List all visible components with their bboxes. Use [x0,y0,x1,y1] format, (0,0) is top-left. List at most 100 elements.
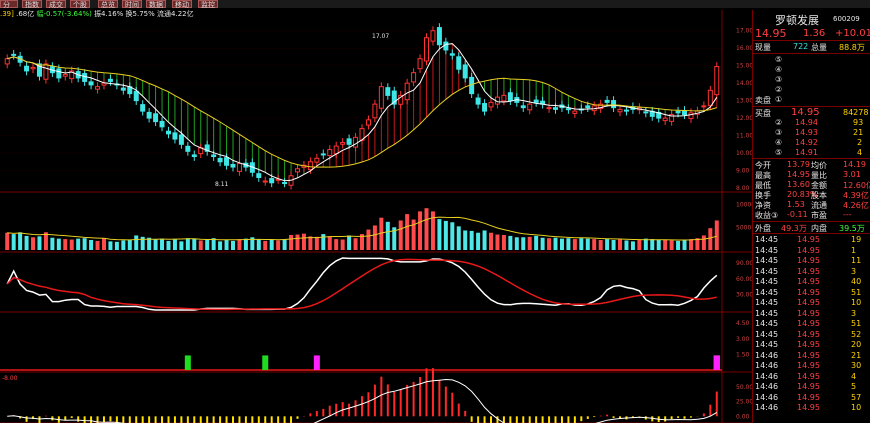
volume-tick-label: 5000 [736,224,751,231]
candle-body [482,103,488,112]
price-tick-label: 13.00 [736,98,752,105]
volume-bar [179,241,184,250]
kdj-tick-label: 60.00 [736,276,752,283]
volume-bar [205,239,210,250]
candle-body [4,58,10,65]
volume-bar [18,232,23,250]
signal-tick-label: 3.00 [736,336,750,343]
candle-body [217,157,223,163]
tick-price: 14.95 [797,382,820,391]
volume-bar [592,239,597,250]
zongliang-value: 88.8万 [839,43,865,52]
sell-level-5: ⑤ [775,55,783,64]
volume-bar [463,230,468,250]
tick-time: 14:45 [755,287,779,297]
volume-bar [340,239,345,250]
volume-bar [108,241,113,250]
volume-bar [69,239,74,250]
volume-bar [514,237,519,250]
candle-body [178,134,184,145]
volume-bar [598,240,603,250]
candle-body [320,153,326,156]
tick-time: 14:45 [755,298,779,307]
stat-value: 14.19 [843,160,866,169]
buy-2-price: 14.94 [795,118,818,127]
tick-time: 14:45 [755,340,779,349]
stat-value: 3.01 [843,170,861,179]
volume-bar [95,240,100,250]
tick-time: 14:45 [755,266,779,276]
volume-bar [153,239,158,250]
candle-body [378,86,384,109]
volume-bar [218,241,223,250]
candle-body [24,65,30,72]
kline-chart[interactable]: 17.00 16.00 15.00 14.00 13.00 12.00 11.00 10.00… [0,0,752,423]
buy-4-volume: 2 [857,138,863,147]
candle-body [191,154,197,158]
volume-bar [547,238,552,250]
signal-bar [184,355,191,370]
tick-price: 14.95 [797,256,820,265]
tick-time: 14:45 [755,319,779,328]
volume-bar [11,234,16,250]
volume-bar [682,239,687,250]
candle-body [520,105,526,109]
candle-body [30,66,36,70]
tick-price: 14.95 [797,329,820,339]
candle-body [120,87,126,91]
candle-body [269,178,275,184]
volume-bar [353,238,358,250]
price-tick-label: 16.00 [736,45,752,52]
volume-bar [630,241,635,250]
buy-3-price: 14.93 [795,128,818,137]
volume-bar [624,240,629,250]
candle-body [140,104,146,112]
tick-volume: 57 [851,392,862,402]
volume-bar [243,238,248,250]
volume-bar [605,239,610,250]
candle-body [488,101,494,108]
volume-bar [688,239,693,250]
volume-bar [192,238,197,250]
candle-body [133,90,139,102]
tick-price: 14.95 [797,308,820,318]
candle-body [688,112,694,120]
tick-price: 14.95 [797,266,820,276]
tick-price: 14.95 [797,245,820,255]
tick-volume: 1 [851,245,857,255]
tick-price: 14.95 [797,340,820,349]
sell-level-3: ③ [775,75,783,84]
candle-body [533,99,539,103]
osc-tick-label: 0.00 [736,413,750,420]
volume-bar [37,236,42,250]
volume-bar [256,239,261,250]
volume-bar [347,235,352,250]
candle-body [385,87,391,96]
tick-time: 14:46 [755,361,779,370]
volume-bar [172,239,177,250]
kdj-tick-label: 90.00 [736,260,752,267]
candle-body [527,103,533,111]
stat-value: 13.60 [787,180,810,189]
volume-bar [669,240,674,250]
candle-body [611,100,617,109]
sell-label: 卖盘 [755,96,771,105]
candle-body [353,136,359,148]
candle-body [411,72,417,83]
low-annotation: 8.11 [215,181,229,188]
volume-bar [540,237,545,250]
volume-bar [572,239,577,250]
tick-price: 14.95 [797,403,820,412]
volume-bar [24,235,29,250]
quote-panel: 罗顿发展 600209 14.95 1.36 +10.01 现量 722 总量 … [752,10,870,423]
volume-bar [276,240,281,250]
volume-bar [708,228,713,250]
tick-volume: 51 [851,287,862,297]
xianliang-value: 722 [793,42,809,51]
candle-body [307,161,313,171]
volume-bar [398,220,403,250]
buy-5-volume: 4 [857,148,863,157]
buy-5-level: ⑤ [775,148,783,157]
tick-time: 14:45 [755,235,779,244]
tick-time: 14:46 [755,403,779,412]
